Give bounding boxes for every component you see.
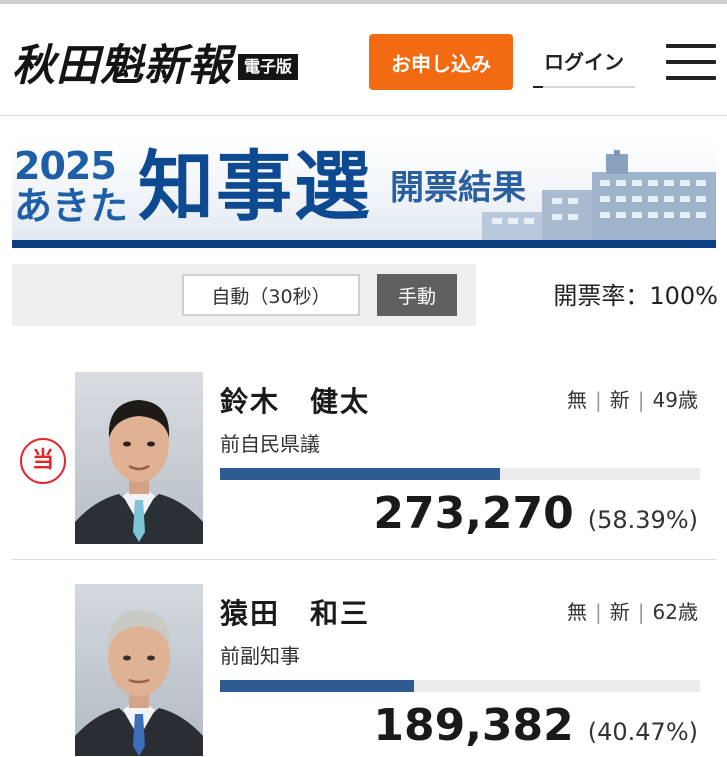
- site-logo[interactable]: 秋田魁新報 電子版: [12, 34, 299, 91]
- candidate-name: 猿田 和三: [220, 597, 371, 630]
- candidate-status: 新: [609, 600, 630, 624]
- vote-result: 189,382 (40.47%): [373, 700, 698, 751]
- logo-badge: 電子版: [238, 54, 299, 80]
- building-illustration: [482, 150, 716, 240]
- vote-share-fill: [220, 468, 501, 480]
- candidate-age: 62歳: [652, 600, 698, 624]
- banner-place: あきた: [14, 184, 129, 228]
- vote-count: 189,382: [373, 700, 574, 751]
- banner-year: 2025: [14, 144, 117, 188]
- meta-separator: |: [637, 388, 645, 412]
- candidate-photo: [75, 584, 203, 756]
- menu-line: [666, 60, 716, 64]
- auto-refresh-button[interactable]: 自動（30秒）: [182, 274, 360, 316]
- meta-separator: |: [595, 600, 602, 624]
- candidate-age: 49歳: [652, 388, 698, 412]
- candidate-status: 新: [609, 388, 630, 412]
- vote-percent: (40.47%): [587, 718, 698, 746]
- candidate-meta: 無 | 新 | 49歳: [567, 384, 698, 413]
- candidate-affiliation: 無: [567, 600, 588, 624]
- candidate-photo: [75, 372, 203, 544]
- site-header: 秋田魁新報 電子版 お申し込み ログイン: [0, 4, 727, 116]
- login-link[interactable]: ログイン: [533, 42, 635, 88]
- vote-result: 273,270 (58.39%): [373, 488, 698, 539]
- candidate-meta: 無 | 新 | 62歳: [567, 596, 698, 625]
- apply-button[interactable]: お申し込み: [369, 34, 513, 90]
- election-banner: 2025 あきた 知事選 開票結果: [12, 140, 716, 248]
- refresh-controls: 自動（30秒） 手動: [12, 264, 476, 326]
- vote-share-bar: [220, 680, 700, 692]
- hamburger-menu-icon[interactable]: [666, 42, 716, 82]
- candidate-position: 前副知事: [220, 644, 300, 668]
- candidate-name: 鈴木 健太: [220, 385, 371, 418]
- candidate-position: 前自民県議: [220, 432, 320, 456]
- candidate-card: 当 鈴木 健太 無 | 新 | 49歳 前自民県議 273,270 (58.39…: [12, 364, 716, 560]
- logo-text: 秋田魁新報: [12, 41, 232, 91]
- menu-line: [666, 76, 716, 80]
- candidate-affiliation: 無: [567, 388, 588, 412]
- vote-count: 273,270: [373, 488, 574, 539]
- manual-refresh-button[interactable]: 手動: [377, 274, 457, 316]
- winner-mark-icon: 当: [20, 438, 66, 484]
- vote-share-bar: [220, 468, 700, 480]
- vote-percent: (58.39%): [587, 506, 698, 534]
- counting-rate: 開票率：100%: [553, 282, 718, 310]
- meta-separator: |: [637, 600, 645, 624]
- menu-line: [666, 44, 716, 48]
- meta-separator: |: [595, 388, 602, 412]
- banner-underline: [12, 240, 716, 248]
- candidate-card: 猿田 和三 無 | 新 | 62歳 前副知事 189,382 (40.47%): [12, 576, 716, 757]
- banner-title: 知事選: [138, 142, 372, 231]
- vote-share-fill: [220, 680, 415, 692]
